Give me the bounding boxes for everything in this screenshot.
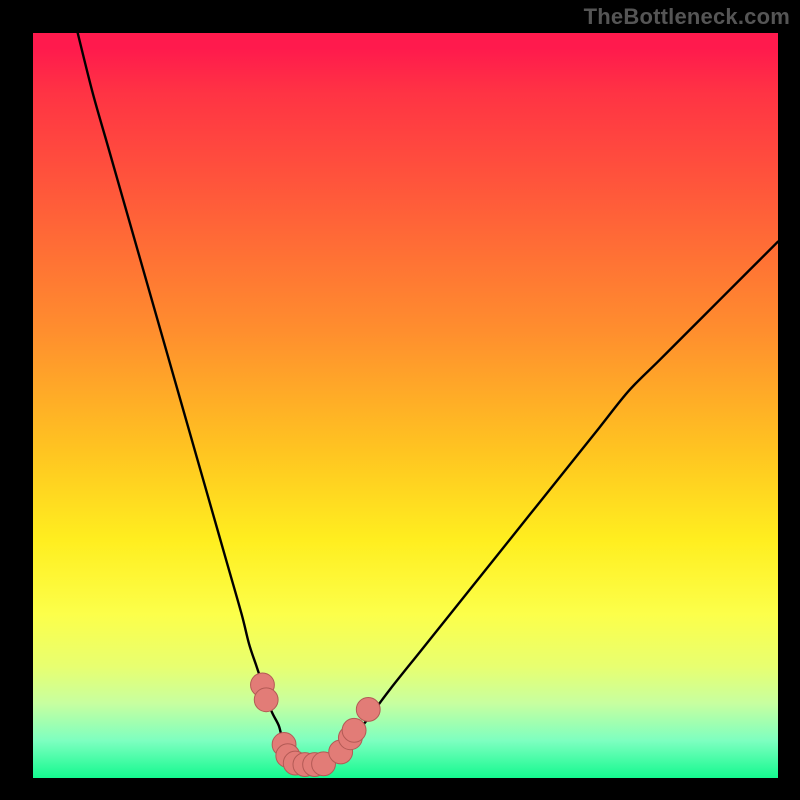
curve-marker (342, 718, 366, 742)
chart-plot-area (33, 33, 778, 778)
curve-marker (356, 698, 380, 722)
curve-right (331, 242, 778, 764)
watermark-text: TheBottleneck.com (584, 4, 790, 30)
marker-group (251, 673, 381, 777)
chart-svg (33, 33, 778, 778)
curve-marker (254, 688, 278, 712)
chart-frame: TheBottleneck.com (0, 0, 800, 800)
curve-left (78, 33, 297, 763)
